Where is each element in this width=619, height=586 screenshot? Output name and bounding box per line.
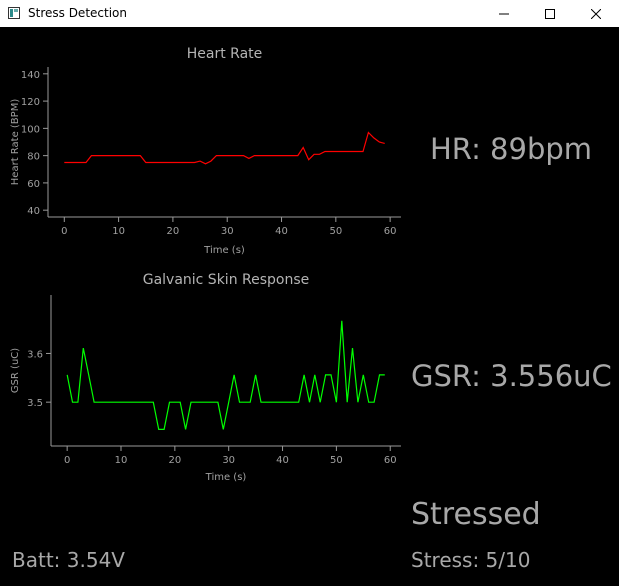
- gsr-x-tick-label: 60: [384, 455, 397, 466]
- gsr-x-tick-label: 30: [222, 455, 235, 466]
- battery-readout: Batt: 3.54V: [12, 548, 125, 572]
- hr-y-tick-label: 80: [27, 152, 40, 163]
- gsr-x-axis-label: Time (s): [205, 472, 247, 483]
- window-title: Stress Detection: [28, 6, 127, 20]
- hr-x-tick-label: 30: [221, 226, 234, 237]
- hr-y-tick-label: 40: [27, 206, 40, 217]
- hr-y-tick-label: 100: [21, 124, 40, 135]
- hr-x-tick-label: 40: [275, 226, 288, 237]
- app-icon: [8, 7, 20, 19]
- main-area: Heart Rate 0 10 20 30 40 50 60 40 60 80 100 120 140 Ti…: [0, 27, 619, 586]
- gsr-x-tick-label: 10: [115, 455, 128, 466]
- hr-readout: HR: 89bpm: [430, 132, 593, 166]
- close-icon: [591, 8, 601, 19]
- hr-x-tick-label: 0: [61, 226, 67, 237]
- hr-x-tick-label: 10: [112, 226, 125, 237]
- maximize-icon: [545, 8, 555, 19]
- close-button[interactable]: [573, 0, 619, 27]
- gsr-x-tick-label: 50: [330, 455, 343, 466]
- gsr-y-tick-label: 3.6: [27, 349, 43, 360]
- hr-y-tick-label: 140: [21, 70, 40, 81]
- gsr-x-tick-label: 0: [64, 455, 70, 466]
- stress-status: Stressed: [411, 497, 541, 532]
- hr-chart-title: Heart Rate: [187, 46, 263, 62]
- hr-x-tick-label: 50: [329, 226, 342, 237]
- hr-y-axis-label: Heart Rate (BPM): [10, 99, 21, 186]
- title-bar: Stress Detection: [0, 0, 619, 27]
- hr-y-tick-label: 60: [27, 179, 40, 190]
- hr-x-tick-label: 20: [167, 226, 180, 237]
- hr-x-axis-label: Time (s): [203, 245, 245, 256]
- gsr-x-tick-label: 20: [168, 455, 181, 466]
- hr-x-tick-label: 60: [384, 226, 397, 237]
- gsr-readout: GSR: 3.556uC: [411, 359, 612, 393]
- gsr-y-tick-label: 3.5: [27, 398, 43, 409]
- gsr-series-line: [66, 320, 385, 430]
- gsr-chart-title: Galvanic Skin Response: [143, 272, 310, 288]
- gsr-y-axis-label: GSR (uC): [10, 348, 21, 393]
- hr-series-line: [64, 131, 385, 165]
- maximize-button[interactable]: [527, 0, 573, 27]
- minimize-button[interactable]: [481, 0, 527, 27]
- stress-level: Stress: 5/10: [411, 548, 531, 572]
- hr-y-tick-label: 120: [21, 97, 40, 108]
- gsr-x-tick-label: 40: [276, 455, 289, 466]
- minimize-icon: [499, 13, 509, 14]
